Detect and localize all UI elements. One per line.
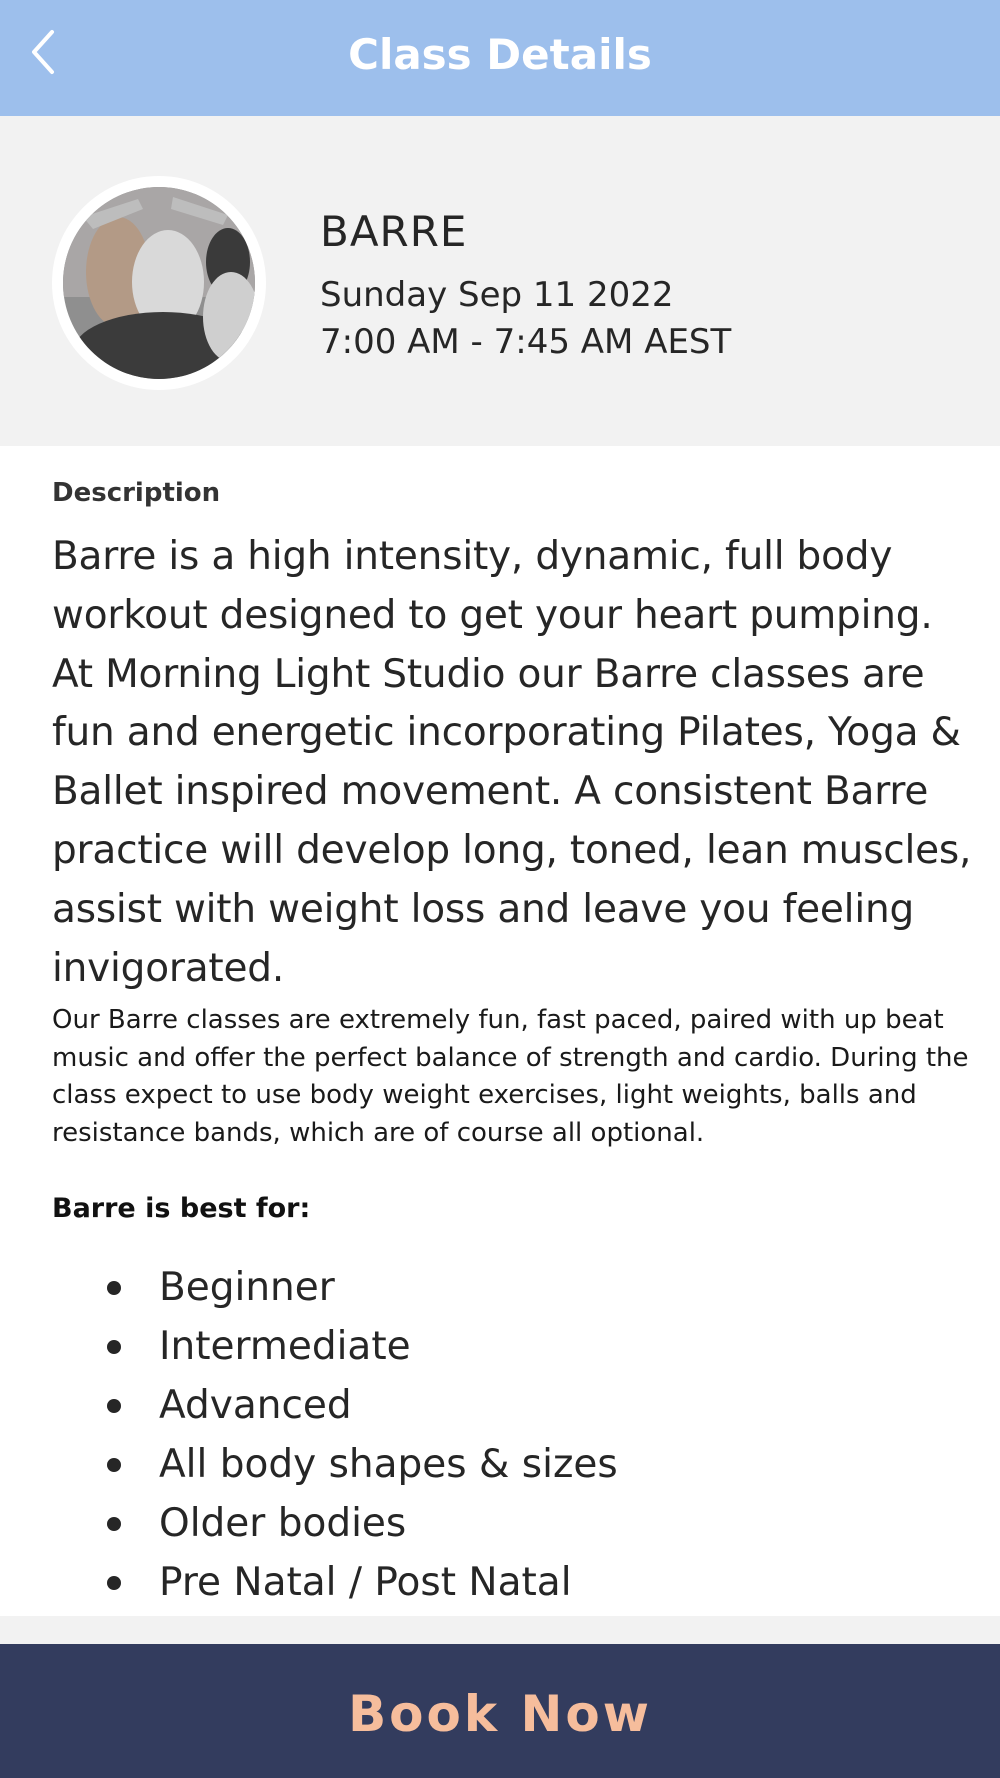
class-image-frame xyxy=(52,176,266,390)
best-for-label: Barre is best for: xyxy=(52,1193,311,1225)
description-label: Description xyxy=(52,478,221,508)
class-name: BARRE xyxy=(320,207,468,256)
top-app-bar: Class Details xyxy=(0,0,1000,116)
class-summary-card: BARRE Sunday Sep 11 2022 7:00 AM - 7:45 … xyxy=(0,116,1000,446)
best-for-list: Beginner Intermediate Advanced All body … xyxy=(52,1258,972,1612)
book-now-button[interactable]: Book Now xyxy=(0,1644,1000,1778)
description-detail-text: Our Barre classes are extremely fun, fas… xyxy=(52,1005,969,1148)
page-title: Class Details xyxy=(348,30,652,79)
description-lead-text: Barre is a high intensity, dynamic, full… xyxy=(52,534,972,991)
class-date: Sunday Sep 11 2022 xyxy=(320,275,674,315)
class-image xyxy=(63,187,255,379)
list-item: Older bodies xyxy=(107,1494,972,1553)
list-item: Intermediate xyxy=(107,1317,972,1376)
class-description-section: Description Barre is a high intensity, d… xyxy=(52,470,972,1612)
list-item: Beginner xyxy=(107,1258,972,1317)
content-divider xyxy=(0,1616,1000,1644)
list-item: Advanced xyxy=(107,1376,972,1435)
book-now-label: Book Now xyxy=(348,1685,652,1743)
list-item: Pre Natal / Post Natal xyxy=(107,1553,972,1612)
list-item: All body shapes & sizes xyxy=(107,1435,972,1494)
class-time: 7:00 AM - 7:45 AM AEST xyxy=(320,322,732,362)
